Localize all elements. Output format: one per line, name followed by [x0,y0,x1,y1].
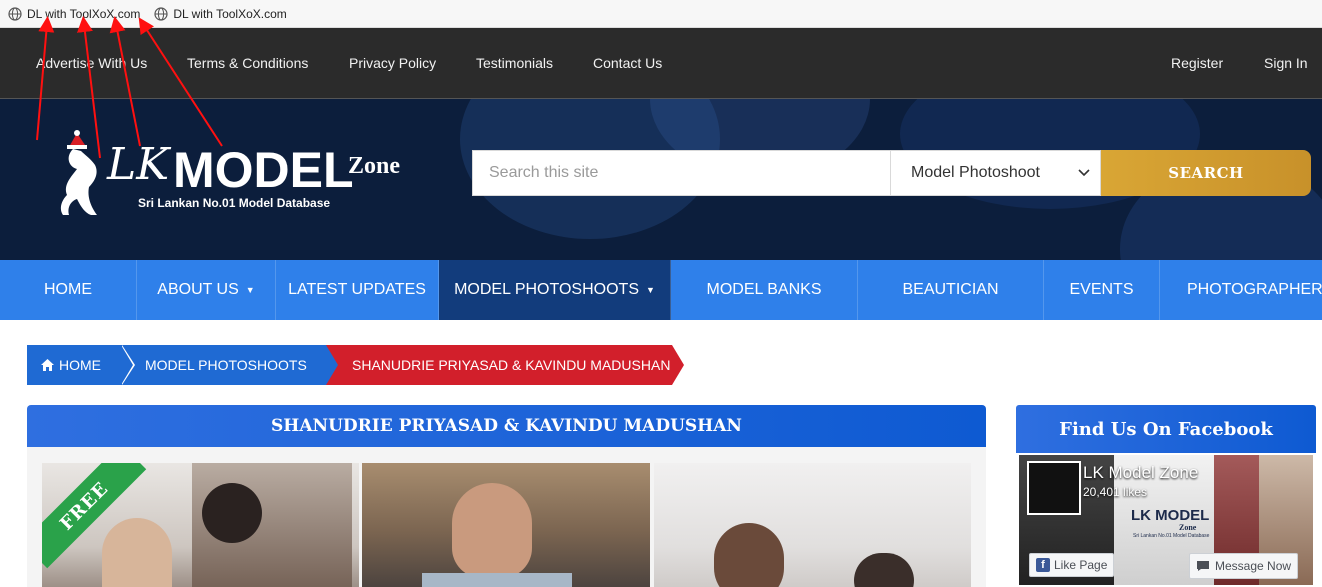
facebook-page-name[interactable]: LK Model Zone [1083,463,1198,483]
article-photo-3[interactable] [654,463,971,587]
message-icon [1197,561,1209,571]
nav-advertise-link[interactable]: Advertise With Us [36,55,147,71]
facebook-icon: f [1036,558,1050,572]
facebook-page-avatar[interactable] [1027,461,1081,515]
bookmark-1[interactable]: DL with ToolXoX.com [8,7,140,21]
breadcrumb-home[interactable]: HOME [27,345,135,385]
facebook-message-button[interactable]: Message Now [1189,553,1299,579]
nav-terms-link[interactable]: Terms & Conditions [187,55,308,71]
nav-about-us[interactable]: ABOUT US ▼ [137,260,276,320]
nav-latest-updates[interactable]: LATEST UPDATES [276,260,439,320]
nav-testimonials-link[interactable]: Testimonials [476,55,553,71]
nav-label: MODEL PHOTOSHOOTS [454,281,639,298]
nav-events[interactable]: EVENTS [1044,260,1160,320]
home-icon [41,359,54,371]
nav-photographers[interactable]: PHOTOGRAPHERS [1160,260,1322,320]
breadcrumb-current-label: SHANUDRIE PRIYASAD & KAVINDU MADUSHAN [352,357,671,373]
nav-privacy-link[interactable]: Privacy Policy [349,55,436,71]
globe-icon [154,6,168,21]
breadcrumb: HOME MODEL PHOTOSHOOTS SHANUDRIE PRIYASA… [27,345,684,385]
logo-zone: Zone [348,153,401,179]
mini-logo-tagline: Sri Lankan No.01 Model Database [1133,533,1210,539]
register-link[interactable]: Register [1171,55,1223,71]
photo-figure [714,523,784,587]
top-navigation: Advertise With Us Terms & Conditions Pri… [0,28,1322,99]
facebook-page-banner[interactable]: LK MODEL Zone Sri Lankan No.01 Model Dat… [1019,455,1313,585]
breadcrumb-arrow [121,345,133,385]
model-silhouette-icon [60,130,97,215]
breadcrumb-home-label: HOME [59,357,101,373]
facebook-like-button[interactable]: f Like Page [1029,553,1115,577]
breadcrumb-section-label: MODEL PHOTOSHOOTS [145,357,307,373]
logo-tagline: Sri Lankan No.01 Model Database [138,196,331,210]
nav-label: MODEL BANKS [706,281,822,298]
nav-label: LATEST UPDATES [288,281,426,298]
search-input[interactable] [472,150,890,196]
breadcrumb-current: SHANUDRIE PRIYASAD & KAVINDU MADUSHAN [326,345,684,385]
logo-lk: LK [107,139,170,190]
main-navigation: HOME ABOUT US ▼ LATEST UPDATES MODEL PHOT… [0,260,1322,320]
facebook-likes-count: 20,401 likes [1083,485,1148,499]
photo-figure [452,483,532,578]
like-button-label: Like Page [1054,558,1108,572]
bookmarks-bar: DL with ToolXoX.com DL with ToolXoX.com [0,0,1322,28]
nav-beautician[interactable]: BEAUTICIAN [858,260,1044,320]
bookmark-label: DL with ToolXoX.com [27,6,141,21]
photo-figure [202,483,262,543]
photo-figure [422,573,572,587]
sign-in-link[interactable]: Sign In [1264,55,1308,71]
nav-label: EVENTS [1069,281,1134,298]
article-card: SHANUDRIE PRIYASAD & KAVINDU MADUSHAN FR… [27,405,986,587]
search-category-value: Model Photoshoot [911,164,1040,181]
bookmark-label: DL with ToolXoX.com [173,6,287,21]
site-logo[interactable]: LK MODEL Zone Sri Lankan No.01 Model Dat… [55,129,415,224]
mini-logo-text: LK MODEL [1131,507,1210,524]
site-header: LK MODEL Zone Sri Lankan No.01 Model Dat… [0,99,1322,260]
message-button-label: Message Now [1215,559,1292,573]
nav-label: PHOTOGRAPHERS [1187,281,1322,298]
search-category-select[interactable]: Model Photoshoot [890,150,1101,196]
breadcrumb-arrow [326,345,338,385]
bookmark-2[interactable]: DL with ToolXoX.com [154,6,287,21]
search-button[interactable]: SEARCH [1101,150,1311,196]
nav-contact-link[interactable]: Contact Us [593,55,662,71]
breadcrumb-arrow [672,345,684,385]
caret-down-icon: ▼ [245,285,255,295]
photo-figure [854,553,914,587]
article-photo-1[interactable]: FREE [42,463,359,587]
mini-logo-zone: Zone [1179,523,1197,532]
article-title: SHANUDRIE PRIYASAD & KAVINDU MADUSHAN [27,405,986,447]
photo-figure [102,518,172,587]
globe-icon [8,6,22,21]
facebook-widget: Find Us On Facebook LK MODEL Zone Sri La… [1016,405,1316,587]
nav-model-banks[interactable]: MODEL BANKS [671,260,858,320]
logo-model: MODEL [173,142,354,198]
nav-model-photoshoots[interactable]: MODEL PHOTOSHOOTS ▼ [439,260,671,320]
breadcrumb-section[interactable]: MODEL PHOTOSHOOTS [121,345,338,385]
chevron-down-icon [1078,169,1090,177]
facebook-widget-title: Find Us On Facebook [1016,405,1316,453]
caret-down-icon: ▼ [646,285,655,295]
nav-label: BEAUTICIAN [902,281,999,298]
nav-home[interactable]: HOME [0,260,137,320]
nav-label: ABOUT US [157,281,239,298]
article-photo-2[interactable] [362,463,650,587]
nav-label: HOME [44,281,92,298]
search-form: Model Photoshoot SEARCH [472,150,1311,196]
